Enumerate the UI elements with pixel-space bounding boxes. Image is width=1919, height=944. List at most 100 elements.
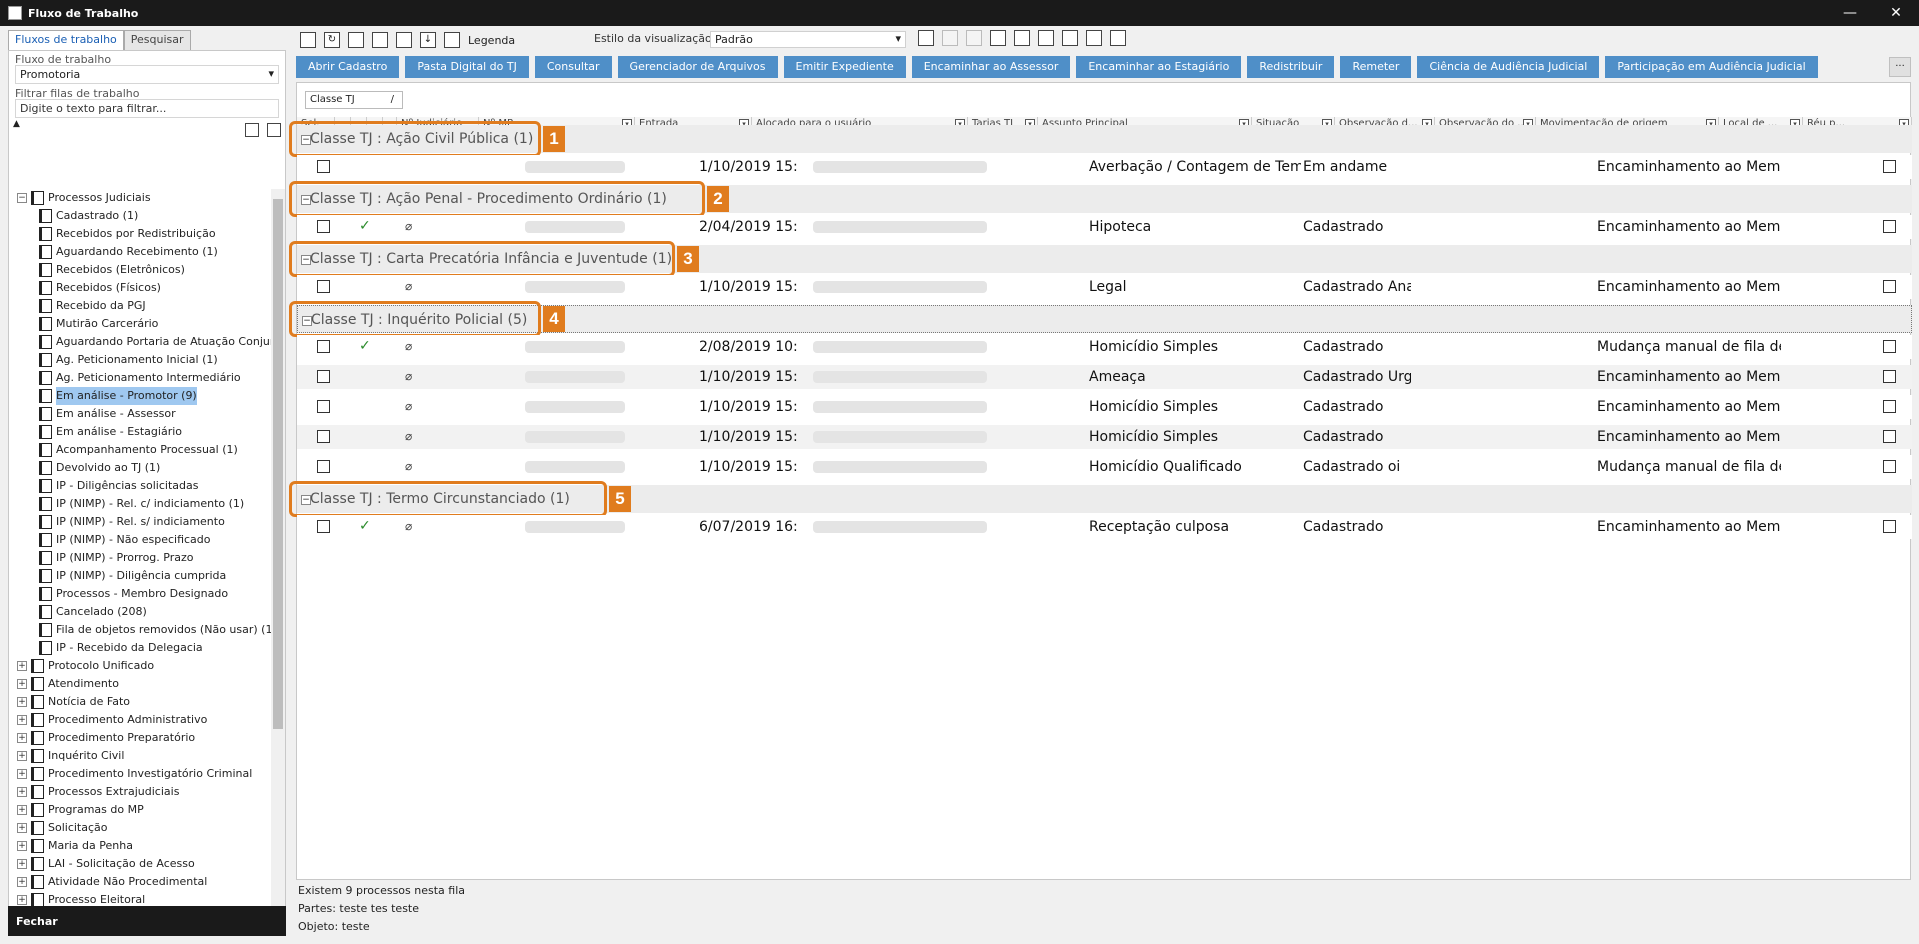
tree-item[interactable]: + Procedimento Preparatório: [9, 729, 271, 747]
expand-icon[interactable]: +: [17, 679, 27, 689]
select-checkbox[interactable]: [317, 430, 330, 443]
tree-vertical-scrollbar[interactable]: [271, 189, 285, 911]
tree-item[interactable]: + Atendimento: [9, 675, 271, 693]
action-button[interactable]: Consultar: [534, 56, 612, 78]
table-row[interactable]: ✓ ⌀ 6/07/2019 16: Receptação culposa Cadastr…: [297, 515, 1912, 539]
legend-icon[interactable]: [444, 32, 460, 48]
action-button[interactable]: Ciência de Audiência Judicial: [1417, 56, 1600, 78]
table-row[interactable]: 1/10/2019 15: Averbação / Contagem de Tem…: [297, 155, 1912, 179]
expand-icon[interactable]: +: [17, 715, 27, 725]
group-icon[interactable]: [1038, 30, 1054, 46]
tree-item[interactable]: IP - Recebido da Delegacia: [9, 639, 271, 657]
action-button[interactable]: Redistribuir: [1247, 56, 1335, 78]
reu-checkbox[interactable]: [1883, 460, 1896, 473]
action-button[interactable]: Gerenciador de Arquivos: [617, 56, 778, 78]
tree-item[interactable]: IP - Diligências solicitadas: [9, 477, 271, 495]
close-panel-button[interactable]: Fechar: [8, 906, 286, 936]
expand-icon[interactable]: +: [17, 787, 27, 797]
sort-icon[interactable]: /: [391, 94, 394, 105]
reu-checkbox[interactable]: [1883, 160, 1896, 173]
collapse-up-icon[interactable]: ▲: [13, 119, 20, 129]
tree-item[interactable]: Acompanhamento Processual (1): [9, 441, 271, 459]
select-checkbox[interactable]: [317, 280, 330, 293]
minimize-button[interactable]: —: [1827, 0, 1873, 26]
expand-icon[interactable]: +: [17, 661, 27, 671]
columns-icon[interactable]: [990, 30, 1006, 46]
tree-item[interactable]: Cadastrado (1): [9, 207, 271, 225]
download-icon[interactable]: ↓: [420, 32, 436, 48]
tree-item[interactable]: Recebidos (Físicos): [9, 279, 271, 297]
action-button[interactable]: Remeter: [1340, 56, 1412, 78]
action-button[interactable]: Abrir Cadastro: [296, 56, 400, 78]
select-checkbox[interactable]: [317, 160, 330, 173]
action-button[interactable]: Participação em Audiência Judicial: [1605, 56, 1818, 78]
expand-icon[interactable]: +: [17, 877, 27, 887]
tree-item[interactable]: Em análise - Assessor: [9, 405, 271, 423]
tree-item[interactable]: + Atividade Não Procedimental: [9, 873, 271, 891]
close-button[interactable]: ✕: [1873, 0, 1919, 26]
reu-checkbox[interactable]: [1883, 430, 1896, 443]
expand-icon[interactable]: +: [17, 823, 27, 833]
expand-icon[interactable]: +: [17, 805, 27, 815]
print-icon[interactable]: [1110, 30, 1126, 46]
action-button[interactable]: Emitir Expediente: [783, 56, 906, 78]
reu-checkbox[interactable]: [1883, 520, 1896, 533]
collapse-tree-icon[interactable]: [267, 123, 281, 137]
tree-item[interactable]: + Programas do MP: [9, 801, 271, 819]
table-row[interactable]: ⌀ 1/10/2019 15: Legal Cadastrado Analisar a…: [297, 275, 1912, 299]
tree-item[interactable]: Devolvido ao TJ (1): [9, 459, 271, 477]
collapse-icon[interactable]: −: [17, 193, 27, 203]
tree-item[interactable]: Fila de objetos removidos (Não usar) (1): [9, 621, 271, 639]
tree-item[interactable]: + Processos Extrajudiciais: [9, 783, 271, 801]
tab-fluxos[interactable]: Fluxos de trabalho: [8, 30, 124, 50]
tree-item[interactable]: Processos - Membro Designado: [9, 585, 271, 603]
tree-item[interactable]: Ag. Peticionamento Inicial (1): [9, 351, 271, 369]
reu-checkbox[interactable]: [1883, 220, 1896, 233]
select-checkbox[interactable]: [317, 220, 330, 233]
table-row[interactable]: ✓ ⌀ 2/04/2019 15: Hipoteca Cadastrado Encamin…: [297, 215, 1912, 239]
tree-item[interactable]: Aguardando Portaria de Atuação Conjunta: [9, 333, 271, 351]
refresh-icon[interactable]: ↻: [324, 32, 340, 48]
action-button[interactable]: Encaminhar ao Assessor: [911, 56, 1071, 78]
select-checkbox[interactable]: [317, 400, 330, 413]
tree-item[interactable]: + Inquérito Civil: [9, 747, 271, 765]
flow-select[interactable]: Promotoria ▾: [15, 65, 279, 84]
tree-item[interactable]: IP (NIMP) - Diligência cumprida: [9, 567, 271, 585]
action-button[interactable]: Pasta Digital do TJ: [405, 56, 529, 78]
tab-pesquisar[interactable]: Pesquisar: [123, 30, 191, 50]
tree-item[interactable]: + Procedimento Administrativo: [9, 711, 271, 729]
group-by-chip[interactable]: Classe TJ /: [305, 91, 403, 109]
tree-item[interactable]: + LAI - Solicitação de Acesso: [9, 855, 271, 873]
tree-item[interactable]: + Protocolo Unificado: [9, 657, 271, 675]
more-button[interactable]: ...: [1889, 57, 1911, 77]
tree-item[interactable]: IP (NIMP) - Não especificado: [9, 531, 271, 549]
expand-icon[interactable]: +: [17, 769, 27, 779]
copy-icon[interactable]: [348, 32, 364, 48]
reu-checkbox[interactable]: [1883, 370, 1896, 383]
filter-input[interactable]: Digite o texto para filtrar...: [15, 99, 279, 118]
export-icon[interactable]: [396, 32, 412, 48]
tree-item[interactable]: Cancelado (208): [9, 603, 271, 621]
reu-checkbox[interactable]: [1883, 340, 1896, 353]
legend-label[interactable]: Legenda: [468, 34, 515, 47]
expand-icon[interactable]: +: [17, 841, 27, 851]
tree-icon[interactable]: [1062, 30, 1078, 46]
table-row[interactable]: ⌀ 1/10/2019 15: Ameaça Cadastrado Urgente En…: [297, 365, 1912, 389]
tree-item[interactable]: − Processos Judiciais: [9, 189, 271, 207]
action-button[interactable]: Encaminhar ao Estagiário: [1076, 56, 1242, 78]
select-checkbox[interactable]: [317, 340, 330, 353]
select-checkbox[interactable]: [317, 520, 330, 533]
tree-item[interactable]: Em análise - Estagiário: [9, 423, 271, 441]
table-row[interactable]: ✓ ⌀ 2/08/2019 10: Homicídio Simples Cadastra…: [297, 335, 1912, 359]
expand-icon[interactable]: +: [17, 859, 27, 869]
tree-item[interactable]: + Notícia de Fato: [9, 693, 271, 711]
tree-item[interactable]: IP (NIMP) - Rel. s/ indiciamento: [9, 513, 271, 531]
collapse-icon[interactable]: [1086, 30, 1102, 46]
tree-item[interactable]: Recebidos por Redistribuição: [9, 225, 271, 243]
select-checkbox[interactable]: [317, 370, 330, 383]
reu-checkbox[interactable]: [1883, 400, 1896, 413]
expand-icon[interactable]: +: [17, 895, 27, 905]
reu-checkbox[interactable]: [1883, 280, 1896, 293]
new-doc-icon[interactable]: [300, 32, 316, 48]
tree-item[interactable]: Aguardando Recebimento (1): [9, 243, 271, 261]
